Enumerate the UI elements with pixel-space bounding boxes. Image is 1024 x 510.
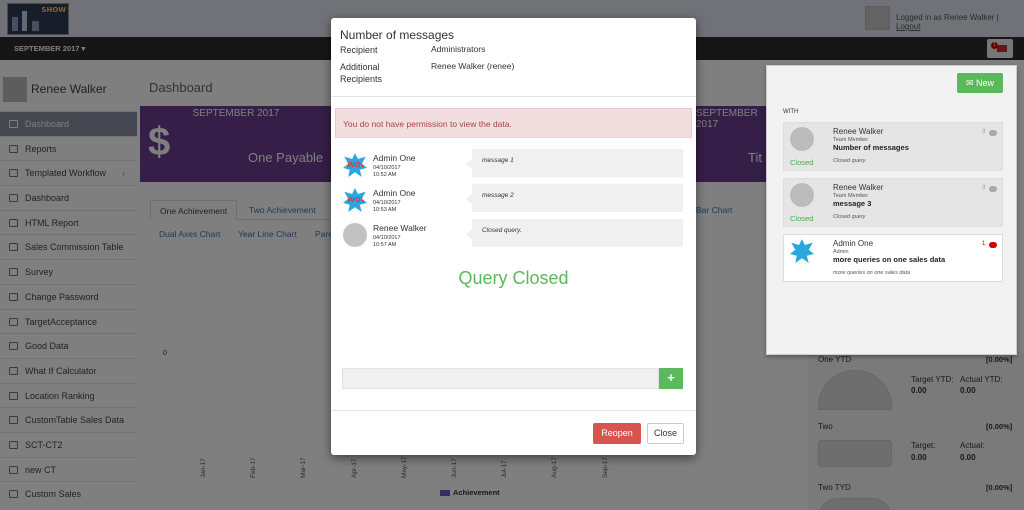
reply-input[interactable] — [342, 368, 659, 389]
with-header: WITH — [783, 109, 799, 115]
query-subject: Number of messages — [833, 143, 909, 152]
comment-icon — [989, 130, 997, 136]
query-item[interactable]: Admin One Admin more queries on one sale… — [783, 234, 1003, 282]
recipient-value: Administrators — [431, 44, 486, 54]
query-status-text: Query Closed — [458, 268, 569, 288]
query-subject: more queries on one sales data — [833, 255, 946, 264]
avatar — [790, 183, 814, 207]
query-status: Closed — [790, 158, 814, 167]
add-reply-button[interactable]: + — [659, 368, 683, 389]
additional-recipients-label: Additional Recipients — [340, 62, 383, 84]
query-item[interactable]: Renee Walker Team Member message 3 Close… — [783, 178, 1003, 227]
avatar: WOW — [343, 188, 367, 212]
message-time: 10:57 AM — [373, 242, 397, 248]
query-author: Renee Walker — [833, 127, 884, 136]
query-author: Renee Walker — [833, 183, 884, 192]
message-item: WOW Admin One 04/10/2017 10:53 AM messag… — [343, 184, 683, 218]
queries-dropdown: ✉ New WITH Renee Walker Team Member Numb… — [766, 65, 1017, 355]
recipient-label: Recipient — [340, 45, 378, 55]
message-author: Admin One — [373, 188, 416, 198]
message-date: 04/10/2017 — [373, 165, 401, 171]
message-text: Closed query. — [466, 219, 683, 247]
query-last-message: more queries on one sales data — [833, 270, 911, 276]
query-subject: message 3 — [833, 199, 872, 208]
query-last-message: Closed query. — [833, 158, 867, 164]
message-item: Renee Walker 04/10/2017 10:57 AM Closed … — [343, 219, 683, 253]
message-time: 10:52 AM — [373, 172, 397, 178]
close-button[interactable]: Close — [647, 423, 684, 444]
divider — [331, 410, 696, 411]
message-date: 04/10/2017 — [373, 235, 401, 241]
avatar — [343, 223, 367, 247]
comment-icon — [989, 242, 997, 248]
message-text: message 2 — [466, 184, 683, 212]
avatar — [790, 127, 814, 151]
query-item[interactable]: Renee Walker Team Member Number of messa… — [783, 122, 1003, 171]
divider — [331, 96, 696, 97]
reopen-button[interactable]: Reopen — [593, 423, 641, 444]
new-query-button[interactable]: ✉ New — [957, 73, 1003, 93]
message-author: Admin One — [373, 153, 416, 163]
comment-icon — [989, 186, 997, 192]
message-author: Renee Walker — [373, 223, 427, 233]
message-text: message 1 — [466, 149, 683, 177]
query-count: 1 — [982, 241, 986, 247]
query-status: Closed — [790, 214, 814, 223]
message-time: 10:53 AM — [373, 207, 397, 213]
permission-alert: You do not have permission to view the d… — [335, 108, 692, 138]
avatar: WOW — [343, 153, 367, 177]
message-item: WOW Admin One 04/10/2017 10:52 AM messag… — [343, 149, 683, 183]
query-modal: Number of messages Recipient Administrat… — [331, 18, 696, 455]
message-date: 04/10/2017 — [373, 200, 401, 206]
query-count: 3 — [982, 185, 986, 191]
query-last-message: Closed query — [833, 214, 866, 220]
additional-recipients-value: Renee Walker (renee) — [431, 61, 515, 71]
query-author: Admin One — [833, 239, 874, 248]
envelope-icon: ✉ — [965, 78, 974, 88]
modal-title: Number of messages — [340, 28, 455, 42]
query-count: 3 — [982, 129, 986, 135]
new-label: New — [976, 78, 995, 88]
avatar — [790, 239, 814, 263]
